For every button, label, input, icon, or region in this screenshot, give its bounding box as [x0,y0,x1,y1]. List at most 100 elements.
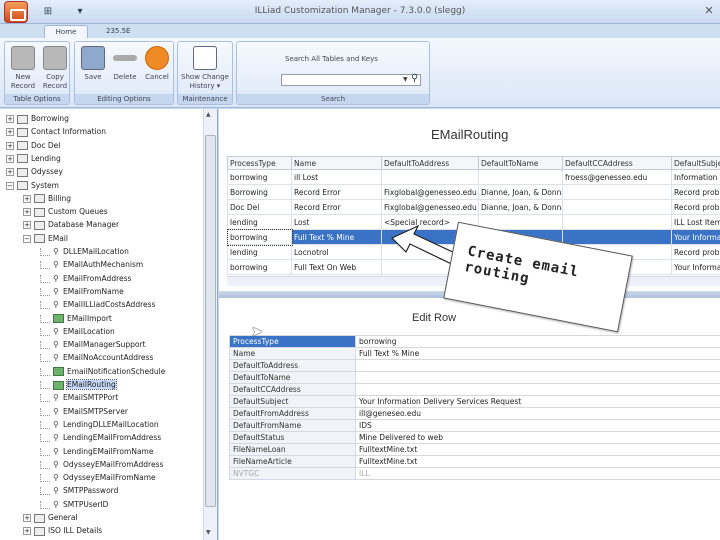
close-icon[interactable]: ✕ [700,2,718,20]
column-header[interactable]: DefaultToAddress [381,156,479,170]
table-cell[interactable]: borrowing [226,228,293,246]
tree-item[interactable]: ⚲ DLLEMailLocation [40,246,129,258]
expand-icon[interactable]: + [6,154,14,163]
collapse-icon[interactable]: − [23,234,31,243]
field-value-input[interactable]: borrowing [355,335,720,348]
save-button[interactable]: Save [76,46,110,82]
tree-item[interactable]: EMailImport [40,313,112,325]
table-cell[interactable]: Record probl [671,199,720,215]
tree-item[interactable]: + Database Manager [23,219,119,231]
tree-item[interactable]: ⚲ EMailILLiadCostsAddress [40,299,155,311]
table-row[interactable]: Doc Del Record Error Fixglobal@genesseo.ed… [227,199,720,215]
table-cell[interactable]: Doc Del [227,199,292,215]
table-cell[interactable] [478,169,563,185]
tree-item[interactable]: ⚲ OdysseyEMailFromAddress [40,459,163,471]
tree-item[interactable]: ⚲ LendingDLLEMailLocation [40,419,159,431]
expand-icon[interactable]: + [6,168,14,177]
table-cell[interactable]: Locnotrol [291,244,382,260]
table-cell[interactable]: borrowing [227,169,292,185]
table-cell[interactable] [562,184,672,200]
show-change-history-button[interactable]: Show Change History ▾ [179,46,231,91]
tree-scroll-thumb[interactable] [205,135,216,507]
table-cell[interactable]: Record probl [671,244,720,260]
column-header[interactable]: ProcessType [227,156,292,170]
scroll-up-icon[interactable]: ▲ [206,111,211,118]
tree-item[interactable]: EMailRouting [40,379,117,391]
column-header[interactable]: DefaultToName [478,156,563,170]
tree-item[interactable]: − EMail [23,233,68,245]
search-input[interactable] [281,74,421,86]
field-value-input[interactable] [355,371,720,384]
delete-button[interactable]: Delete [108,46,142,82]
search-icon[interactable]: ⚲ [411,73,418,84]
table-cell[interactable]: Dianne, Joan, & Donna [478,184,563,200]
column-header[interactable]: DefaultSubject [671,156,720,170]
table-cell[interactable]: lending [227,214,292,230]
expand-icon[interactable]: + [6,141,14,150]
tree-item[interactable]: ⚲ EMailSMTPPort [40,392,118,404]
field-value-input[interactable]: Mine Delivered to web [355,431,720,444]
field-value-input[interactable]: ill@geneseo.edu [355,407,720,420]
table-cell[interactable]: Record Error [291,184,382,200]
table-cell[interactable] [562,199,672,215]
table-cell[interactable]: Lost [291,214,382,230]
table-cell[interactable] [562,214,672,230]
table-cell[interactable] [381,169,479,185]
tree-item[interactable]: + Borrowing [6,113,69,125]
table-cell[interactable]: Information f [671,169,720,185]
table-row[interactable]: Borrowing Record Error Fixglobal@genesseo.… [227,184,720,200]
field-value-input[interactable]: Your Information Delivery Services Reque… [355,395,720,408]
table-cell[interactable]: Record probl [671,184,720,200]
tree-item[interactable]: ⚲ EMailFromName [40,286,124,298]
table-cell[interactable]: Your Informa [671,229,720,245]
tree-item[interactable]: ⚲ LendingEMailFromAddress [40,432,161,444]
tree-item[interactable]: + Custom Queues [23,206,108,218]
tree-item[interactable]: ⚲ SMTPPassword [40,485,118,497]
tree-item[interactable]: EmailNotificationSchedule [40,366,165,378]
table-cell[interactable]: Record Error [291,199,382,215]
tree-item[interactable]: + Billing [23,193,71,205]
expand-icon[interactable]: + [6,115,14,123]
search-dropdown-icon[interactable]: ▼ [403,76,408,83]
table-row[interactable]: borrowing ill Lost froess@genesseo.edu Info… [227,169,720,185]
expand-icon[interactable]: + [6,128,14,137]
table-cell[interactable]: Full Text On Web [291,259,382,275]
tree-scrollbar[interactable]: ▲ ▼ [203,109,217,540]
column-header[interactable]: Name [291,156,382,170]
field-value-input[interactable]: FulltextMine.txt [355,455,720,468]
tree-item[interactable]: ⚲ EMailLocation [40,326,115,338]
column-header[interactable]: DefaultCCAddress [562,156,672,170]
field-value-input[interactable]: Full Text % Mine [355,347,720,360]
field-value-input[interactable] [355,359,720,372]
table-cell[interactable]: borrowing [227,259,292,275]
field-value-input[interactable]: ILL [355,467,720,480]
scroll-down-icon[interactable]: ▼ [206,529,211,536]
field-value-input[interactable]: IDS [355,419,720,432]
tree-item[interactable]: + Doc Del [6,140,60,152]
new-record-button[interactable]: New Record [6,46,40,91]
tab-home[interactable]: Home [44,25,88,38]
table-cell[interactable]: Your Informa [671,259,720,275]
expand-icon[interactable]: + [23,221,31,230]
table-cell[interactable]: froess@genesseo.edu [562,169,672,185]
tree-item[interactable]: ⚲ OdysseyEMailFromName [40,472,156,484]
tree-item[interactable]: ⚲ LendingEMailFromName [40,446,153,458]
table-cell[interactable]: Dianne, Joan, & Donna [478,199,563,215]
tree-item[interactable]: − System [6,180,59,192]
expand-icon[interactable]: + [23,208,31,217]
tree-item[interactable]: + Odyssey [6,166,63,178]
tree-item[interactable]: ⚲ EMailManagerSupport [40,339,146,351]
tree-item[interactable]: ⚲ SMTPUserID [40,499,108,511]
table-cell[interactable]: Fixglobal@genesseo.edu [381,184,479,200]
table-cell[interactable]: ILL Lost Item [671,214,720,230]
collapse-icon[interactable]: − [6,181,14,190]
tab-version[interactable]: 235.5E [96,25,140,38]
table-cell[interactable]: Fixglobal@genesseo.edu [381,199,479,215]
tree-item[interactable]: + General [23,512,78,524]
field-value-input[interactable]: FulltextMine.txt [355,443,720,456]
tree-item[interactable]: ⚲ EMailAuthMechanism [40,259,143,271]
tree-item[interactable]: + Contact Information [6,126,106,138]
tree-item[interactable]: + ISO ILL Details [23,525,102,537]
tree-item[interactable]: + Lending [6,153,61,165]
expand-icon[interactable]: + [23,514,31,522]
